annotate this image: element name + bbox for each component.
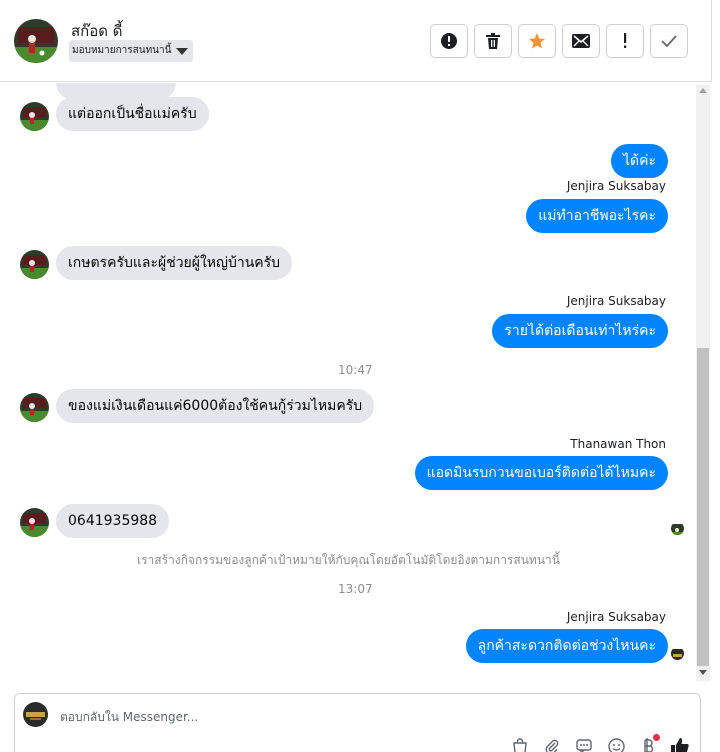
emoji-icon[interactable] (605, 735, 627, 752)
star-button[interactable] (518, 24, 556, 58)
timestamp: 13:07 (338, 582, 373, 596)
reply-input[interactable]: ตอบกลับใน Messenger... (60, 708, 198, 727)
follow-up-button[interactable] (606, 24, 644, 58)
shopping-bag-icon[interactable] (509, 735, 531, 752)
baht-icon[interactable] (637, 734, 660, 752)
contact-avatar-small (20, 102, 49, 131)
incoming-message: 0641935988 (56, 504, 170, 538)
delete-button[interactable] (474, 24, 512, 58)
scroll-down-arrow-icon[interactable] (699, 670, 707, 675)
outgoing-message: แอดมินรบกวนขอเบอร์ติดต่อได้ไหมคะ (414, 456, 668, 490)
incoming-message: เกษตรครับและผู้ช่วยผู้ใหญ่บ้านครับ (56, 246, 293, 280)
outgoing-message: แม่ทำอาชีพอะไรคะ (526, 199, 668, 233)
mark-unread-button[interactable] (562, 24, 600, 58)
outgoing-message: ลูกค้าสะดวกติดต่อช่วงไหนคะ (465, 629, 668, 663)
outgoing-message: ได้ค่ะ (610, 144, 668, 178)
incoming-message: ของแม่เงินเดือนแค่6000ต้องใช้คนกู้ร่วมไห… (56, 389, 375, 423)
message-thread[interactable]: แต่ออกเป็นชื่อแม่ครับ ได้ค่ะ Jenjira Suk… (0, 83, 712, 683)
paperclip-icon[interactable] (541, 735, 563, 752)
page-avatar (23, 702, 48, 727)
notification-dot (653, 734, 660, 741)
sender-name: Jenjira Suksabay (566, 294, 666, 308)
read-receipt-avatar (671, 522, 684, 535)
caret-down-icon (176, 48, 189, 55)
contact-avatar[interactable] (14, 19, 58, 63)
sender-name: Jenjira Suksabay (566, 610, 666, 624)
check-icon (661, 35, 677, 47)
trash-icon (486, 33, 500, 49)
contact-avatar-small (20, 250, 49, 279)
exclamation-icon (624, 33, 627, 48)
page-avatar (671, 647, 684, 660)
outgoing-message: รายได้ต่อเดือนเท่าไหร่คะ (492, 314, 668, 348)
chat-bubble-icon[interactable] (573, 735, 595, 752)
scroll-up-arrow-icon[interactable] (699, 88, 707, 93)
incoming-message: แต่ออกเป็นชื่อแม่ครับ (56, 97, 209, 131)
sender-name: Thanawan Thon (570, 437, 666, 451)
composer-actions (509, 734, 691, 752)
envelope-icon (572, 34, 590, 48)
mark-spam-button[interactable] (430, 24, 468, 58)
star-icon (529, 33, 545, 49)
sender-name: Jenjira Suksabay (566, 179, 666, 193)
mark-done-button[interactable] (650, 24, 688, 58)
scrollbar-thumb[interactable] (697, 348, 709, 666)
reply-composer[interactable]: ตอบกลับใน Messenger... (14, 693, 701, 752)
assign-conversation-dropdown[interactable]: มอบหมายการสนทนานี้ (69, 40, 194, 62)
alert-circle-icon (441, 33, 457, 49)
assign-label: มอบหมายการสนทนานี้ (72, 45, 172, 56)
system-notice: เราสร้างกิจกรรมของลูกค้าเป้าหมายให้กับคุ… (137, 553, 560, 567)
conversation-header: สก๊อด ดี้ มอบหมายการสนทนานี้ (0, 0, 712, 82)
thumbs-up-icon[interactable] (669, 735, 691, 752)
contact-avatar-small (20, 508, 49, 537)
conversation-toolbar (430, 24, 688, 58)
contact-avatar-small (20, 393, 49, 422)
timestamp: 10:47 (338, 363, 373, 377)
